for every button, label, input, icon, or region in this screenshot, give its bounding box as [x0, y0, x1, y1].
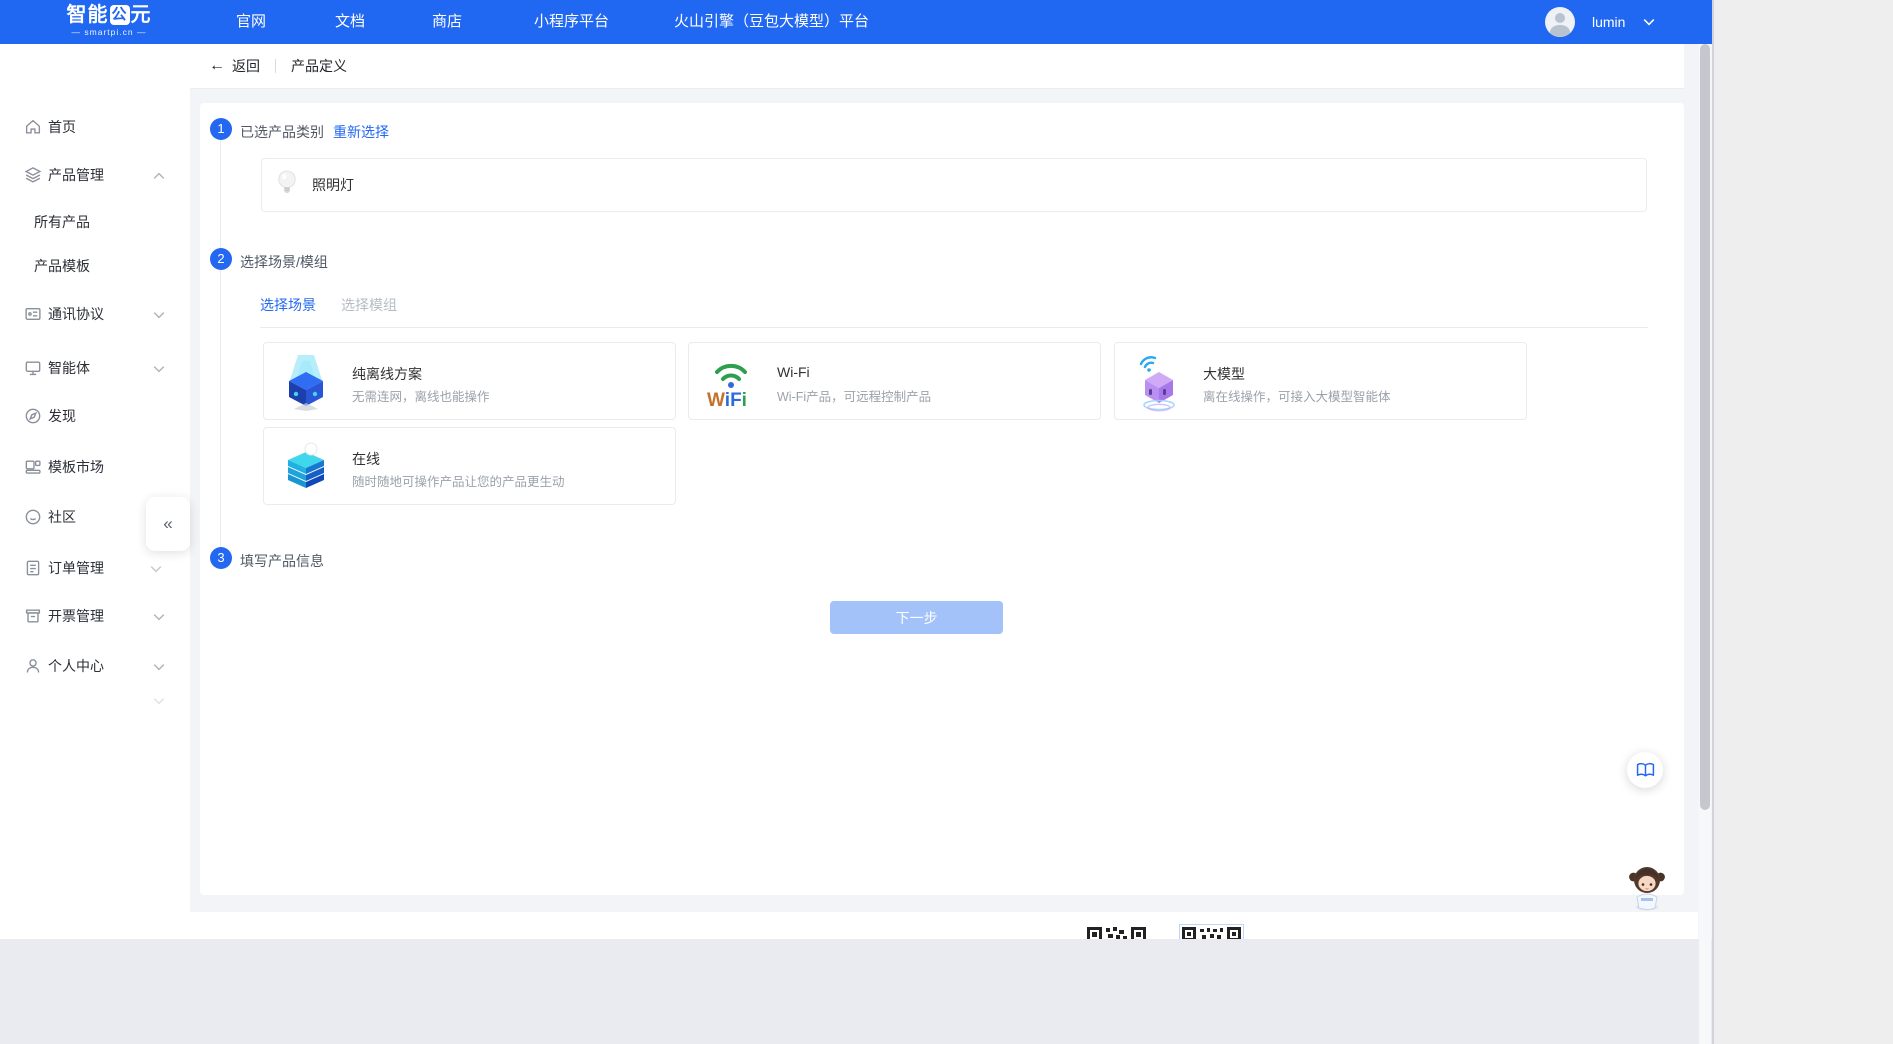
- community-icon: [24, 508, 42, 526]
- order-icon: [24, 559, 42, 577]
- step-connector-line: [220, 140, 221, 547]
- page-titlebar: ← 返回 产品定义: [190, 44, 1684, 89]
- assistant-avatar-icon: [1628, 864, 1666, 911]
- invoice-icon: [24, 607, 42, 625]
- sidebar: 首页 产品管理 所有产品 产品模板 通讯协议: [0, 44, 190, 939]
- back-arrow-icon: ←: [209, 57, 225, 75]
- sidebar-item-invoice-management[interactable]: 开票管理: [0, 596, 190, 636]
- agent-icon: [24, 359, 42, 377]
- next-step-button[interactable]: 下一步: [830, 601, 1003, 634]
- reselect-link[interactable]: 重新选择: [333, 122, 389, 142]
- llm-device-icon: [1127, 351, 1187, 413]
- scene-card-desc: Wi-Fi产品，可远程控制产品: [777, 386, 931, 405]
- nav-item-volcengine-platform[interactable]: 火山引擎（豆包大模型）平台: [674, 0, 869, 44]
- scene-card-desc: 无需连网，离线也能操作: [352, 386, 490, 405]
- chevron-down-icon: [153, 311, 165, 319]
- chevron-down-icon: [1643, 13, 1655, 31]
- offline-cube-icon: [276, 351, 336, 413]
- product-definition-panel: 1 已选产品类别 重新选择 照明灯 2 选择场景/模组 选择场景 选择模组: [200, 103, 1684, 895]
- step-1-badge: 1: [210, 118, 232, 140]
- chevron-down-icon: [153, 365, 165, 373]
- sidebar-collapse-handle[interactable]: «: [146, 497, 190, 551]
- scene-card-offline[interactable]: 纯离线方案 无需连网，离线也能操作: [263, 342, 676, 420]
- docs-floating-button[interactable]: [1627, 752, 1663, 788]
- protocol-icon: [24, 305, 42, 323]
- sidebar-item-home[interactable]: 首页: [0, 107, 190, 147]
- sidebar-item-all-products[interactable]: 所有产品: [0, 202, 190, 242]
- selected-product-card: 照明灯: [261, 158, 1647, 212]
- nav-item-official-site[interactable]: 官网: [236, 0, 266, 44]
- scene-card-title: Wi-Fi: [777, 364, 810, 380]
- discover-icon: [24, 407, 42, 425]
- scrollbar-track[interactable]: [1699, 44, 1711, 1044]
- titlebar-divider: [275, 59, 276, 73]
- profile-icon: [24, 657, 42, 675]
- sidebar-more-chevron-down-icon[interactable]: [153, 692, 165, 700]
- tab-divider: [260, 327, 1648, 328]
- scene-card-desc: 离在线操作，可接入大模型智能体: [1203, 386, 1391, 405]
- step-2-badge: 2: [210, 248, 232, 270]
- svg-text:WiFi: WiFi: [707, 390, 747, 410]
- bulb-icon: [276, 168, 298, 203]
- sidebar-item-product-management[interactable]: 产品管理: [0, 155, 190, 195]
- top-navbar: 智能公元 — smartpi.cn — 官网 文档 商店 小程序平台 火山引擎（…: [0, 0, 1712, 44]
- tab-select-scene[interactable]: 选择场景: [260, 295, 316, 315]
- step-3-label: 填写产品信息: [240, 551, 324, 571]
- sidebar-item-personal-center[interactable]: 个人中心: [0, 646, 190, 686]
- brand-subtitle: — smartpi.cn —: [44, 27, 174, 37]
- scrollbar-thumb[interactable]: [1700, 44, 1710, 810]
- brand-logo[interactable]: 智能公元 — smartpi.cn —: [44, 3, 174, 37]
- back-button[interactable]: ← 返回: [209, 56, 260, 76]
- chevron-up-icon: [153, 172, 165, 180]
- sidebar-item-discover[interactable]: 发现: [0, 396, 190, 436]
- scene-card-wifi[interactable]: WiFi Wi-Fi Wi-Fi产品，可远程控制产品: [688, 342, 1101, 420]
- sidebar-item-order-management[interactable]: 订单管理: [0, 548, 190, 588]
- sidebar-item-communication-protocol[interactable]: 通讯协议: [0, 294, 190, 334]
- online-stack-icon: [276, 436, 336, 498]
- sidebar-item-template-market[interactable]: 模板市场: [0, 447, 190, 487]
- assistant-character[interactable]: [1628, 864, 1666, 911]
- step-2-label: 选择场景/模组: [240, 252, 328, 272]
- scene-card-desc: 随时随地可操作产品让您的产品更生动: [352, 471, 565, 490]
- open-book-icon: [1636, 762, 1655, 779]
- desktop-background: [1714, 0, 1893, 1044]
- brand-logo-text: 智能公元: [44, 3, 174, 27]
- user-menu[interactable]: lumin: [1545, 0, 1655, 44]
- step-3-badge: 3: [210, 547, 232, 569]
- chevron-down-icon: [150, 565, 162, 573]
- tab-select-module[interactable]: 选择模组: [341, 295, 397, 315]
- chevron-down-icon: [153, 613, 165, 621]
- home-icon: [24, 118, 42, 136]
- user-name: lumin: [1592, 14, 1625, 30]
- scene-card-title: 在线: [352, 449, 380, 469]
- window-edge: [1712, 0, 1714, 1044]
- screen: 智能公元 — smartpi.cn — 官网 文档 商店 小程序平台 火山引擎（…: [0, 0, 1893, 1044]
- qr-code-right: [1180, 925, 1243, 939]
- scene-card-llm[interactable]: 大模型 离在线操作，可接入大模型智能体: [1114, 342, 1527, 420]
- user-avatar-icon: [1545, 7, 1575, 37]
- sidebar-item-product-templates[interactable]: 产品模板: [0, 246, 190, 286]
- page-footer: [0, 912, 1698, 939]
- selected-product-name: 照明灯: [312, 175, 354, 195]
- layers-icon: [24, 166, 42, 184]
- template-market-icon: [24, 458, 42, 476]
- nav-item-miniprogram-platform[interactable]: 小程序平台: [534, 0, 609, 44]
- step-1-label: 已选产品类别: [240, 122, 324, 142]
- scene-card-title: 纯离线方案: [352, 364, 422, 384]
- nav-item-docs[interactable]: 文档: [335, 0, 365, 44]
- logo-box-glyph: 公: [110, 5, 130, 25]
- back-label: 返回: [232, 56, 260, 76]
- wifi-icon: WiFi: [701, 351, 761, 413]
- sidebar-item-agent[interactable]: 智能体: [0, 348, 190, 388]
- nav-item-store[interactable]: 商店: [432, 0, 462, 44]
- scene-card-title: 大模型: [1203, 364, 1245, 384]
- page-title: 产品定义: [291, 56, 347, 76]
- qr-code-left: [1085, 925, 1148, 939]
- scene-card-online[interactable]: 在线 随时随地可操作产品让您的产品更生动: [263, 427, 676, 505]
- chevron-down-icon: [153, 663, 165, 671]
